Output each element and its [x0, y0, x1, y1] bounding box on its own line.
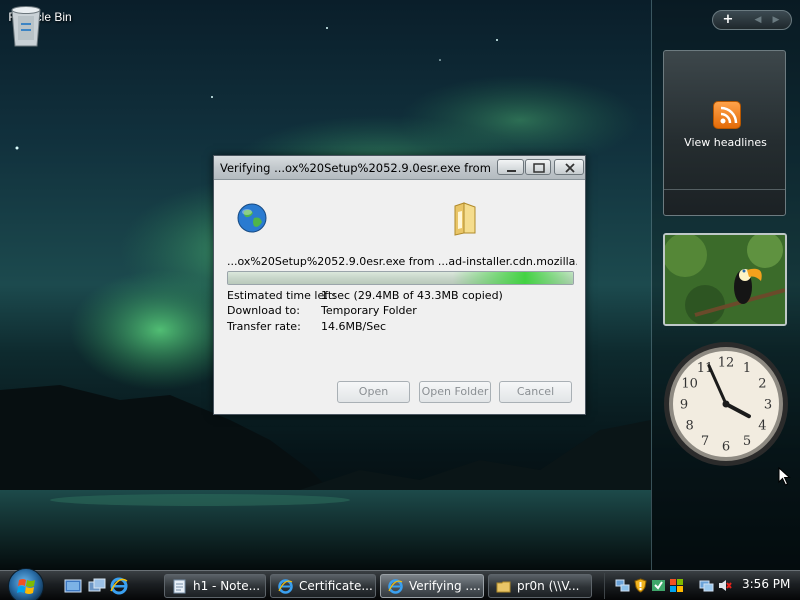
detail-label: Estimated time left:: [227, 289, 336, 302]
feed-headlines-gadget[interactable]: View headlines: [663, 50, 786, 216]
cancel-button[interactable]: Cancel: [499, 381, 572, 403]
previous-gadget-icon[interactable]: ◀: [751, 13, 765, 27]
volume-muted-icon[interactable]: [717, 578, 732, 593]
detail-label: Transfer rate:: [227, 320, 301, 333]
download-source-text: ...ox%20Setup%2052.9.0esr.exe from ...ad…: [227, 255, 577, 268]
notepad-icon: [173, 579, 186, 594]
clock-numeral: 1: [743, 361, 751, 376]
switch-windows-icon[interactable]: [88, 577, 106, 595]
clock-numeral: 8: [685, 419, 693, 434]
network-computers-icon[interactable]: [615, 578, 630, 593]
detail-value: Temporary Folder: [321, 304, 417, 317]
taskbar: h1 - Note... Certificate... Verifying ..…: [0, 568, 800, 600]
detail-value: 14.6MB/Sec: [321, 320, 387, 333]
security-shield-icon[interactable]: [633, 578, 648, 593]
folder-icon: [496, 581, 511, 593]
clock-numeral: 7: [701, 434, 709, 449]
detail-value: 1 sec (29.4MB of 43.3MB copied): [321, 289, 503, 302]
open-folder-button[interactable]: Open Folder: [419, 381, 491, 403]
clock-numeral: 12: [718, 356, 735, 371]
folder-icon: [454, 202, 476, 236]
clock-numeral: 10: [681, 377, 698, 392]
desktop-icon-recycle-bin[interactable]: Recycle Bin: [6, 4, 74, 47]
taskbar-item-label: h1 - Note...: [193, 579, 261, 593]
start-button[interactable]: [8, 568, 44, 600]
progress-glow: [453, 272, 573, 284]
network-status-icon[interactable]: [699, 578, 714, 593]
action-center-icon[interactable]: [669, 578, 684, 593]
download-progress-bar: [227, 271, 574, 285]
maximize-button[interactable]: [525, 159, 551, 175]
windows-update-icon[interactable]: [651, 578, 666, 593]
dialog-titlebar[interactable]: Verifying ...ox%20Setup%2052.9.0esr.exe …: [214, 156, 585, 180]
taskbar-item-label: Verifying ....: [409, 579, 481, 593]
dialog-title: Verifying ...ox%20Setup%2052.9.0esr.exe …: [220, 161, 495, 175]
recycle-bin-icon: [11, 6, 41, 47]
clock-gadget[interactable]: 1234567891011 12: [662, 340, 790, 468]
clock-numeral: 5: [743, 434, 751, 449]
next-gadget-icon[interactable]: ▶: [769, 13, 783, 27]
toucan-photo: [665, 235, 785, 324]
taskbar-item-certificate[interactable]: Certificate...: [270, 574, 376, 598]
open-button[interactable]: Open: [337, 381, 410, 403]
clock-numeral: 4: [758, 419, 766, 434]
view-headlines-label[interactable]: View headlines: [664, 136, 787, 149]
close-button[interactable]: [554, 159, 584, 175]
clock-numeral: 6: [722, 440, 730, 455]
clock-numeral: 2: [758, 377, 766, 392]
taskbar-item-label: pr0n (\\V...: [517, 579, 580, 593]
taskbar-item-folder[interactable]: pr0n (\\V...: [488, 574, 592, 598]
internet-explorer-icon[interactable]: [110, 577, 128, 595]
detail-label: Download to:: [227, 304, 300, 317]
download-verify-dialog: Verifying ...ox%20Setup%2052.9.0esr.exe …: [213, 155, 586, 415]
internet-explorer-icon: [388, 579, 403, 594]
sidebar-controls: + ◀ ▶: [712, 10, 792, 30]
rss-icon: [713, 101, 741, 129]
gadget-footer: [664, 189, 785, 215]
internet-explorer-icon: [278, 579, 293, 594]
clock-numeral: 3: [764, 398, 772, 413]
minimize-button[interactable]: [497, 159, 524, 175]
add-gadget-button[interactable]: +: [719, 12, 737, 28]
windows-logo-icon: [17, 579, 35, 594]
show-desktop-icon[interactable]: [64, 577, 82, 595]
taskbar-clock[interactable]: 3:56 PM: [742, 577, 790, 591]
taskbar-item-notepad[interactable]: h1 - Note...: [164, 574, 266, 598]
taskbar-item-verifying[interactable]: Verifying ....: [380, 574, 484, 598]
slideshow-gadget[interactable]: [663, 233, 787, 326]
globe-icon: [237, 203, 267, 233]
taskbar-item-label: Certificate...: [299, 579, 373, 593]
clock-numeral: 9: [680, 398, 688, 413]
mouse-cursor-icon: [778, 467, 791, 486]
